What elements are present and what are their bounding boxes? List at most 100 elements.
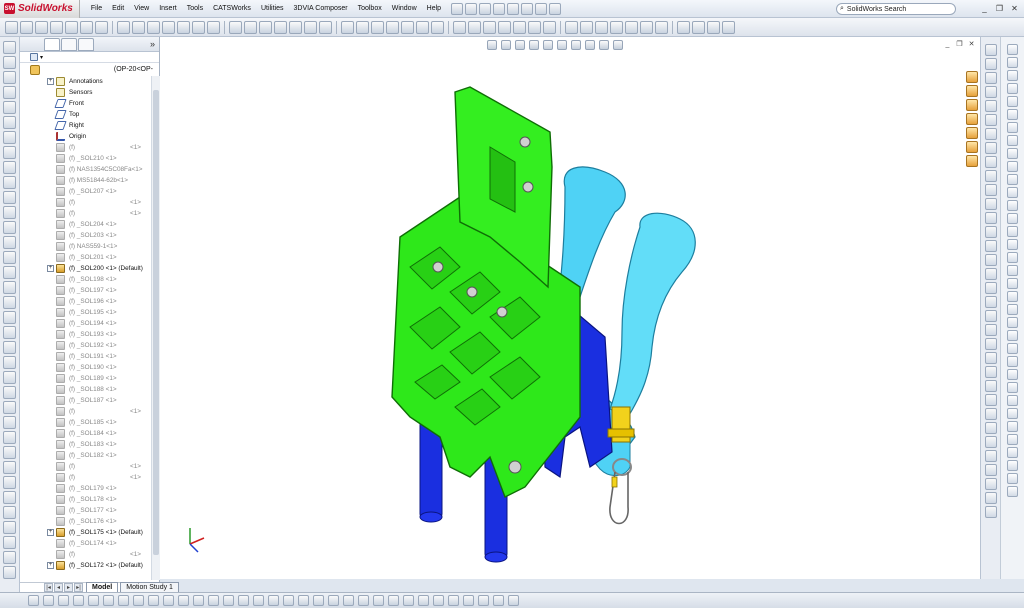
tree-item[interactable]: (f) _SOL207 <1> [20, 186, 152, 197]
tool-icon[interactable] [3, 116, 16, 129]
command-icon[interactable] [692, 20, 705, 34]
tool-icon[interactable] [3, 296, 16, 309]
command-icon[interactable] [625, 20, 638, 34]
status-tool-icon[interactable] [223, 595, 234, 606]
tree-item[interactable]: (f) _SOL192 <1> [20, 340, 152, 351]
tree-item[interactable]: Top [20, 109, 152, 120]
scrollbar-thumb[interactable] [153, 90, 159, 555]
command-icon[interactable] [274, 20, 287, 34]
view-tool-icon[interactable] [984, 324, 997, 336]
command-icon[interactable] [5, 20, 18, 34]
command-icon[interactable] [356, 20, 369, 34]
menu-file[interactable]: File [86, 0, 107, 18]
view-tool-icon[interactable] [984, 310, 997, 322]
sketch-tool-icon[interactable] [1007, 408, 1018, 419]
status-tool-icon[interactable] [148, 595, 159, 606]
tool-icon[interactable] [3, 416, 16, 429]
tree-item[interactable]: (f) _SOL188 <1> [20, 384, 152, 395]
command-icon[interactable] [580, 20, 593, 34]
sketch-tool-icon[interactable] [1007, 343, 1018, 354]
assembly-model[interactable] [160, 37, 980, 579]
view-tool-icon[interactable] [984, 352, 997, 364]
command-icon[interactable] [722, 20, 735, 34]
command-icon[interactable] [640, 20, 653, 34]
menu-edit[interactable]: Edit [107, 0, 129, 18]
command-icon[interactable] [655, 20, 668, 34]
tree-item[interactable]: (f) _SOL204 <1> [20, 219, 152, 230]
tree-item[interactable]: (f) NAS559-1<1> [20, 241, 152, 252]
status-tool-icon[interactable] [118, 595, 129, 606]
tool-icon[interactable] [3, 341, 16, 354]
configuration-manager-tab[interactable] [78, 37, 94, 51]
expand-toggle-icon[interactable]: + [47, 78, 54, 85]
tool-icon[interactable] [3, 281, 16, 294]
command-icon[interactable] [177, 20, 190, 34]
tool-icon[interactable] [3, 401, 16, 414]
task-pane-icon[interactable] [966, 141, 978, 153]
tree-item[interactable]: (f) _SOL191 <1> [20, 351, 152, 362]
tree-item[interactable]: (f) _SOL203 <1> [20, 230, 152, 241]
tree-item[interactable]: (f) NAS1354C5C08Fa<1> [20, 164, 152, 175]
tool-icon[interactable] [3, 56, 16, 69]
sketch-tool-icon[interactable] [1007, 278, 1018, 289]
command-icon[interactable] [498, 20, 511, 34]
tool-icon[interactable] [3, 161, 16, 174]
view-tool-icon[interactable] [984, 282, 997, 294]
sketch-tool-icon[interactable] [1007, 434, 1018, 445]
command-icon[interactable] [431, 20, 444, 34]
view-tool-icon[interactable] [984, 408, 997, 420]
view-tool-icon[interactable] [984, 240, 997, 252]
rebuild-icon[interactable] [535, 2, 548, 15]
tree-item[interactable]: (f) <1> [20, 461, 152, 472]
tree-item[interactable]: (f) _SOL179 <1> [20, 483, 152, 494]
command-icon[interactable] [371, 20, 384, 34]
tree-item[interactable]: (f) _SOL177 <1> [20, 505, 152, 516]
graphics-area[interactable]: _ ❐ ✕ [160, 37, 980, 579]
sketch-tool-icon[interactable] [1007, 291, 1018, 302]
sketch-tool-icon[interactable] [1007, 187, 1018, 198]
tree-item[interactable]: (f) MS51844-62b<1> [20, 175, 152, 186]
sketch-tool-icon[interactable] [1007, 356, 1018, 367]
tool-icon[interactable] [3, 371, 16, 384]
save-icon[interactable] [479, 2, 492, 15]
command-icon[interactable] [677, 20, 690, 34]
command-icon[interactable] [386, 20, 399, 34]
tree-item[interactable]: Origin [20, 131, 152, 142]
sketch-tool-icon[interactable] [1007, 369, 1018, 380]
view-tool-icon[interactable] [984, 72, 997, 84]
tree-item[interactable]: (f) _SOL174 <1> [20, 538, 152, 549]
tool-icon[interactable] [3, 551, 16, 564]
view-tool-icon[interactable] [984, 380, 997, 392]
command-icon[interactable] [35, 20, 48, 34]
tool-icon[interactable] [3, 131, 16, 144]
tree-item[interactable]: Front [20, 98, 152, 109]
tree-item[interactable]: (f) _SOL176 <1> [20, 516, 152, 527]
sketch-tool-icon[interactable] [1007, 83, 1018, 94]
tree-item[interactable]: (f) _SOL190 <1> [20, 362, 152, 373]
command-icon[interactable] [595, 20, 608, 34]
sketch-tool-icon[interactable] [1007, 44, 1018, 55]
view-tool-icon[interactable] [984, 254, 997, 266]
view-tool-icon[interactable] [984, 296, 997, 308]
tree-item[interactable]: (f) _SOL183 <1> [20, 439, 152, 450]
print-icon[interactable] [493, 2, 506, 15]
menu-utilities[interactable]: Utilities [256, 0, 289, 18]
status-tool-icon[interactable] [403, 595, 414, 606]
view-tool-icon[interactable] [984, 44, 997, 56]
tree-item[interactable]: (f) _SOL194 <1> [20, 318, 152, 329]
view-tool-icon[interactable] [984, 338, 997, 350]
menu-view[interactable]: View [129, 0, 154, 18]
tool-icon[interactable] [3, 521, 16, 534]
status-tool-icon[interactable] [238, 595, 249, 606]
next-tab-icon[interactable]: ▸ [64, 583, 73, 592]
sketch-tool-icon[interactable] [1007, 226, 1018, 237]
status-tool-icon[interactable] [448, 595, 459, 606]
tool-icon[interactable] [3, 251, 16, 264]
status-tool-icon[interactable] [103, 595, 114, 606]
tree-item[interactable]: (f) _SOL198 <1> [20, 274, 152, 285]
minimize-button[interactable]: _ [979, 3, 990, 14]
view-tool-icon[interactable] [984, 492, 997, 504]
command-icon[interactable] [483, 20, 496, 34]
view-tool-icon[interactable] [984, 464, 997, 476]
tool-icon[interactable] [3, 236, 16, 249]
